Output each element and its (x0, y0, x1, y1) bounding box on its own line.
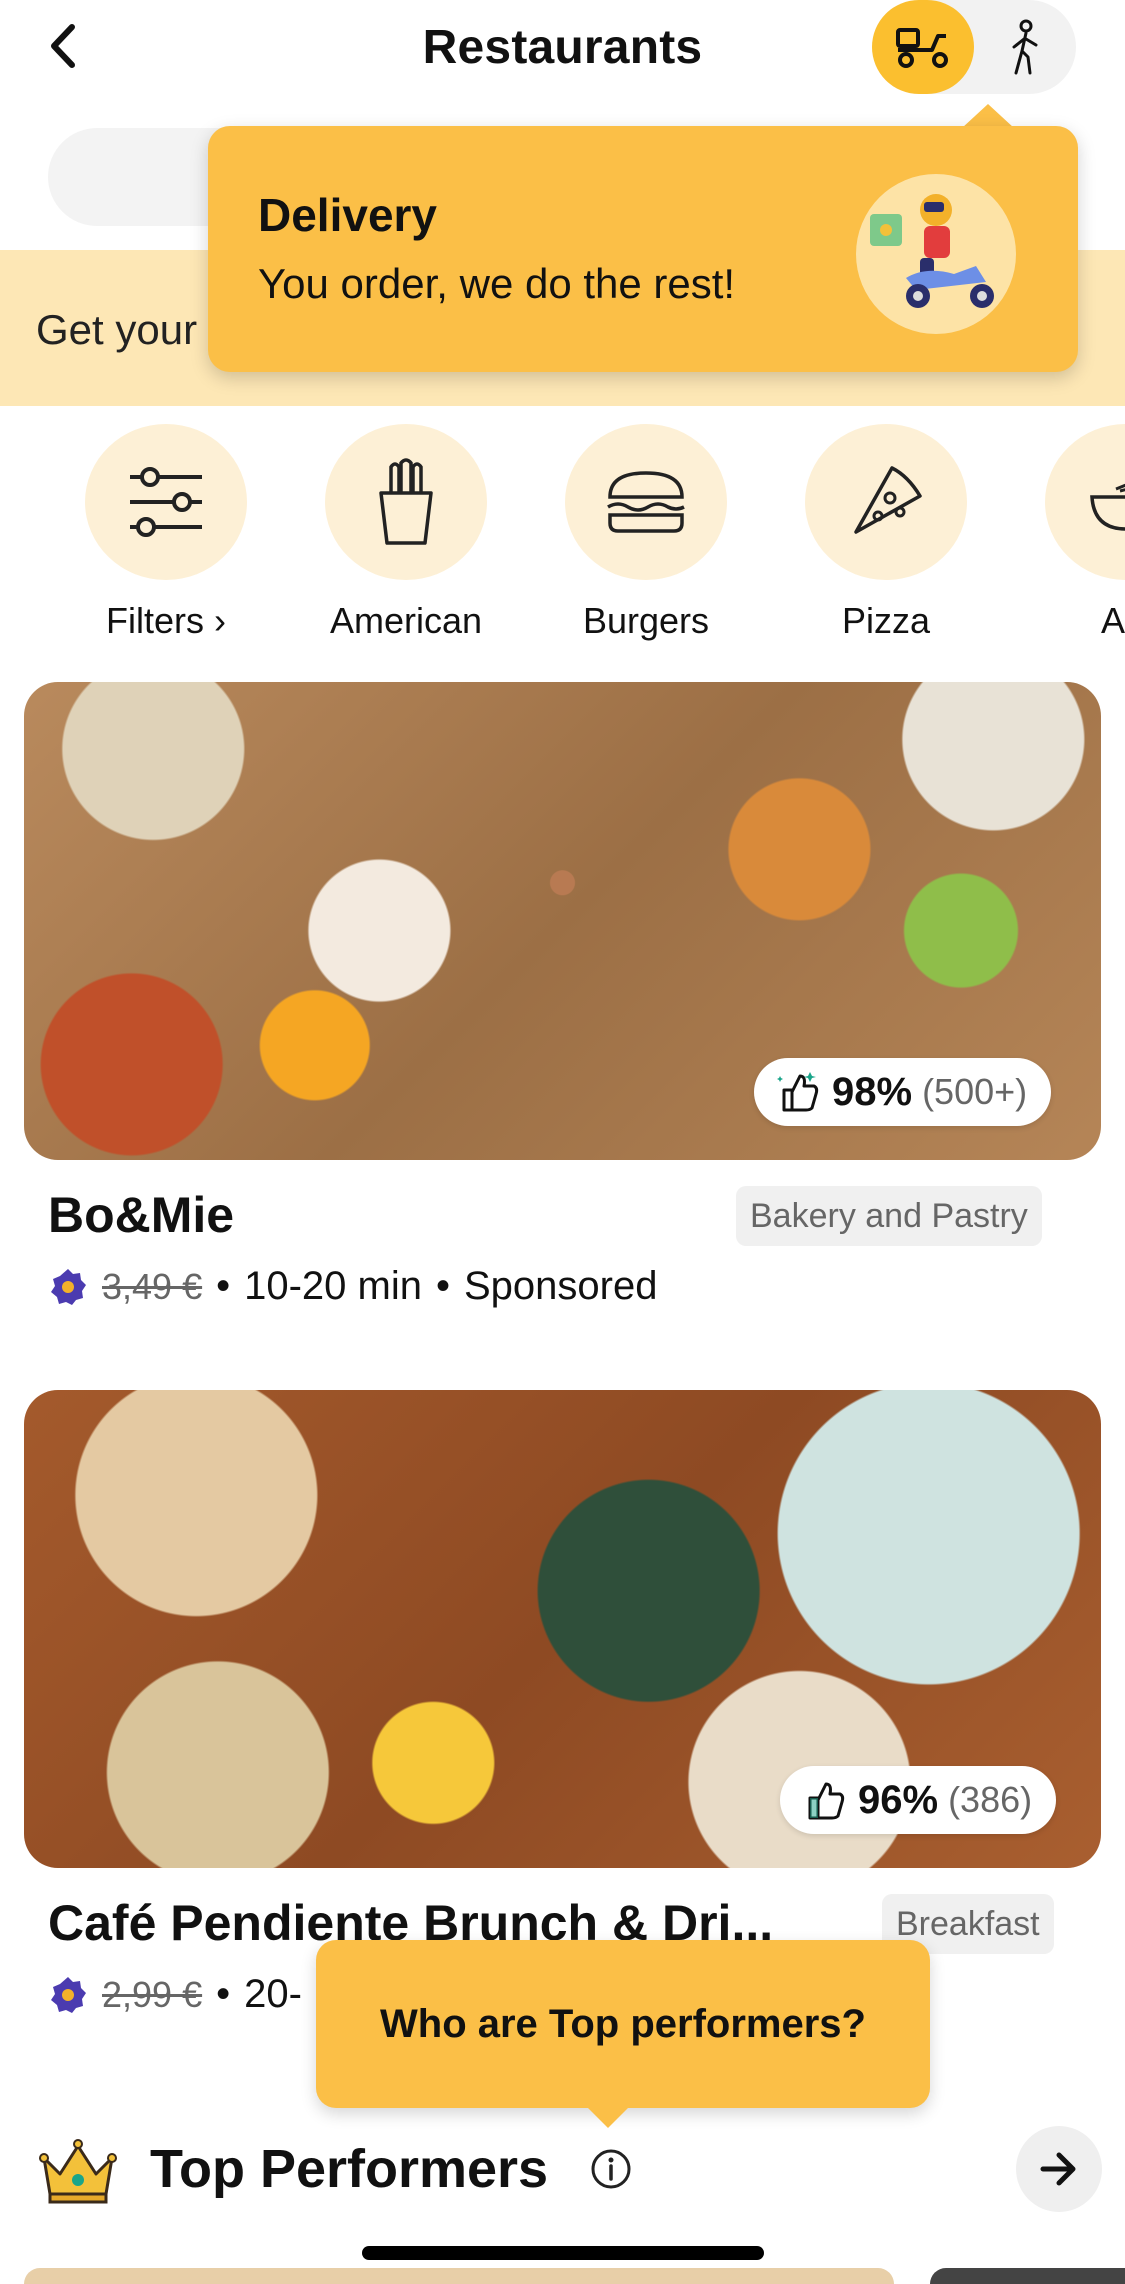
category-american[interactable]: American (306, 424, 506, 642)
crown-icon (39, 2139, 117, 2204)
category-asian[interactable]: Asi (1026, 424, 1125, 642)
arrow-right-icon (1040, 2152, 1076, 2186)
carousel-card[interactable] (24, 2268, 894, 2284)
delivery-mode-button[interactable] (872, 0, 974, 94)
tooltip-text: Who are Top performers? (380, 2001, 866, 2046)
tooltip-subtitle: You order, we do the rest! (258, 260, 736, 307)
rating-percent: 98% (832, 1069, 913, 1114)
loyalty-badge-icon (51, 1268, 86, 1305)
section-title: Top Performers (150, 2139, 549, 2199)
restaurant-name[interactable]: Bo&Mie (48, 1186, 234, 1244)
delivery-rider-illustration (856, 174, 1016, 334)
category-filters[interactable]: Filters › (66, 424, 266, 642)
category-badge: Bakery and Pastry (736, 1186, 1042, 1246)
rating-percent: 96% (858, 1777, 939, 1822)
delivery-rider-icon (870, 194, 994, 308)
top-performers-carousel[interactable] (0, 2268, 1125, 2284)
restaurant-meta: 3,49 € • 10-20 min • Sponsored (48, 1264, 657, 1309)
category-label: Asi (1100, 600, 1125, 641)
pickup-mode-button[interactable] (974, 0, 1076, 94)
walking-person-icon (1012, 19, 1038, 75)
top-performers-tooltip[interactable]: Who are Top performers? (316, 1940, 930, 2108)
restaurant-image[interactable]: 98% (500+) (24, 682, 1101, 1160)
category-burgers[interactable]: Burgers (546, 424, 746, 642)
delivery-time: 10-20 min (244, 1264, 422, 1308)
restaurant-image[interactable]: 96% (386) (24, 1390, 1101, 1868)
delivery-time: 20- (244, 1972, 302, 2016)
tooltip-title: Delivery (258, 189, 438, 241)
delivery-tooltip[interactable]: Delivery You order, we do the rest! (208, 126, 1078, 372)
thumbs-up-sparkle-icon (777, 1072, 819, 1112)
see-all-button[interactable] (1016, 2126, 1102, 2212)
rating-count: (386) (948, 1779, 1033, 1820)
filters-icon (130, 467, 202, 537)
thumbs-up-icon (808, 1782, 845, 1820)
rating-badge: 98% (500+) (754, 1058, 1052, 1126)
delivery-mode-toggle[interactable] (872, 0, 1076, 94)
bowl-icon (1090, 483, 1125, 531)
pizza-icon (854, 466, 922, 534)
scooter-icon (896, 28, 948, 68)
delivery-fee: 3,49 € (102, 1265, 203, 1307)
burger-icon (607, 471, 685, 533)
category-label: American (329, 600, 483, 641)
info-icon[interactable] (590, 2148, 632, 2190)
promo-text: Get your (36, 306, 198, 353)
category-row[interactable]: Filters › American Burgers Pizza A (0, 424, 1125, 644)
category-label: Pizza (841, 600, 931, 641)
category-pizza[interactable]: Pizza (786, 424, 986, 642)
fries-icon (379, 458, 433, 545)
top-performers-header: Top Performers (0, 2118, 1125, 2218)
delivery-fee: 2,99 € (102, 1973, 203, 2015)
carousel-card[interactable] (930, 2268, 1125, 2284)
category-label: Filters › (106, 600, 226, 641)
rating-count: (500+) (922, 1071, 1028, 1112)
category-label: Burgers (582, 600, 710, 641)
sponsored-tag: Sponsored (464, 1264, 658, 1308)
rating-badge: 96% (386) (780, 1766, 1057, 1834)
loyalty-badge-icon (51, 1976, 86, 2013)
tooltip-arrow (962, 104, 1014, 128)
restaurant-meta: 2,99 € • 20- (48, 1972, 302, 2017)
home-indicator[interactable] (362, 2246, 764, 2260)
header: Restaurants (0, 0, 1125, 100)
